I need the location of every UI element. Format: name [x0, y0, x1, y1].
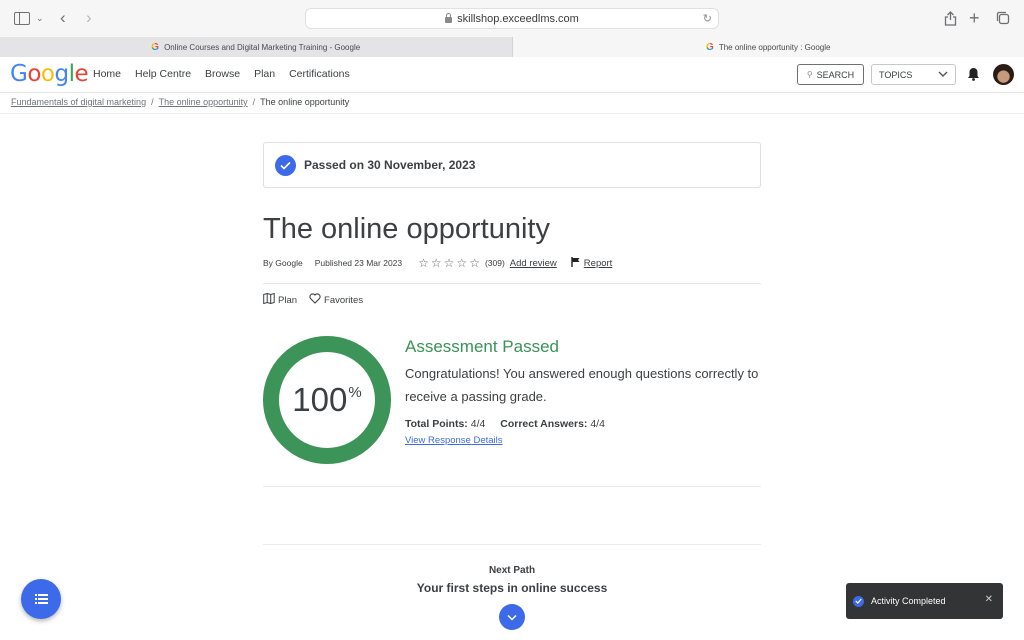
list-icon	[34, 594, 48, 604]
user-avatar[interactable]	[993, 64, 1014, 85]
nav-certifications[interactable]: Certifications	[289, 68, 350, 80]
next-path-title: Your first steps in online success	[416, 581, 608, 595]
total-points-label: Total Points:	[405, 418, 468, 430]
plan-button[interactable]: Plan	[263, 292, 298, 307]
course-outline-button[interactable]	[21, 579, 61, 619]
tab-overview-icon[interactable]	[996, 9, 1010, 27]
star-icon[interactable]: ☆	[431, 256, 442, 270]
site-header: Google Home Help Centre Browse Plan Cert…	[0, 57, 1024, 93]
author: By Google	[263, 258, 303, 268]
search-label: SEARCH	[816, 69, 855, 80]
next-path-button[interactable]	[499, 604, 525, 630]
new-tab-icon[interactable]: +	[969, 8, 980, 28]
rating-stars[interactable]: ☆ ☆ ☆ ☆ ☆	[418, 256, 480, 270]
toast-text: Activity Completed	[871, 596, 946, 606]
score-number: 100	[292, 381, 348, 418]
chevron-down-icon	[938, 68, 948, 83]
divider	[0, 113, 1024, 114]
next-path-label: Next Path	[488, 565, 536, 576]
star-icon[interactable]: ☆	[444, 256, 455, 270]
notifications-bell-icon[interactable]	[967, 67, 980, 81]
result-heading: Assessment Passed	[405, 337, 560, 356]
heart-icon	[309, 293, 321, 307]
score-value: 100%	[263, 336, 391, 464]
correct-answers-value: 4/4	[590, 418, 605, 430]
google-logo[interactable]: Google	[10, 61, 89, 87]
correct-answers-label: Correct Answers:	[500, 418, 588, 430]
reload-icon[interactable]: ↻	[703, 12, 712, 25]
map-icon	[263, 292, 275, 307]
breadcrumb-separator: /	[151, 97, 154, 107]
breadcrumb-current: The online opportunity	[260, 97, 350, 107]
tab-title: Online Courses and Digital Marketing Tra…	[164, 42, 361, 52]
report-link[interactable]: Report	[584, 258, 613, 269]
breadcrumb-item[interactable]: The online opportunity	[159, 97, 248, 107]
add-review-link[interactable]: Add review	[510, 258, 557, 269]
logo-letter: e	[74, 61, 89, 87]
rating-count: (309)	[484, 258, 505, 268]
chevron-down-icon	[507, 614, 517, 621]
tab-bar: G Online Courses and Digital Marketing T…	[0, 37, 1024, 57]
star-icon[interactable]: ☆	[418, 256, 429, 270]
logo-letter: G	[10, 61, 28, 87]
divider	[263, 544, 761, 545]
view-response-details-link[interactable]: View Response Details	[405, 435, 503, 446]
google-favicon-icon: G	[151, 41, 160, 53]
url-text: skillshop.exceedlms.com	[457, 12, 579, 25]
browser-chrome: ⌄ ‹ › skillshop.exceedlms.com ↻ + G Onli…	[0, 0, 1024, 57]
topics-label: TOPICS	[879, 69, 913, 80]
page-title: The online opportunity	[263, 213, 550, 245]
passed-status-card: Passed on 30 November, 2023	[263, 142, 761, 188]
favorites-button[interactable]: Favorites	[309, 293, 363, 307]
assessment-result: Assessment Passed Congratulations! You a…	[405, 337, 765, 448]
check-circle-icon	[275, 154, 296, 176]
main-nav: Home Help Centre Browse Plan Certificati…	[93, 68, 350, 80]
forward-icon[interactable]: ›	[86, 8, 92, 27]
activity-completed-toast: Activity Completed ✕	[846, 583, 1003, 619]
published-date: Published 23 Mar 2023	[314, 258, 403, 268]
logo-letter: g	[54, 61, 69, 87]
course-actions: Plan Favorites	[263, 292, 363, 307]
logo-letter: o	[40, 61, 55, 87]
breadcrumb: Fundamentals of digital marketing / The …	[11, 97, 349, 107]
star-icon[interactable]: ☆	[456, 256, 467, 270]
plan-label: Plan	[278, 294, 298, 306]
total-points-value: 4/4	[470, 418, 486, 430]
points-summary: Total Points: 4/4 Correct Answers: 4/4	[405, 418, 765, 430]
score-unit: %	[348, 383, 362, 401]
search-icon: ⚲	[806, 70, 813, 79]
divider	[263, 486, 761, 487]
chevron-down-icon[interactable]: ⌄	[36, 9, 44, 27]
nav-browse[interactable]: Browse	[205, 68, 240, 80]
check-circle-icon	[853, 595, 864, 607]
back-icon[interactable]: ‹	[60, 8, 66, 27]
tab-online-courses[interactable]: G Online Courses and Digital Marketing T…	[0, 37, 513, 57]
breadcrumb-separator: /	[252, 97, 256, 107]
nav-help-centre[interactable]: Help Centre	[135, 68, 191, 80]
address-bar[interactable]: skillshop.exceedlms.com ↻	[305, 8, 719, 29]
divider	[263, 283, 761, 284]
breadcrumb-item[interactable]: Fundamentals of digital marketing	[11, 97, 146, 107]
close-icon[interactable]: ✕	[985, 594, 993, 605]
topics-dropdown[interactable]: TOPICS	[871, 64, 956, 85]
sidebar-toggle-icon[interactable]	[14, 12, 30, 25]
flag-icon	[571, 256, 581, 270]
lock-icon	[445, 12, 453, 23]
nav-home[interactable]: Home	[93, 68, 121, 80]
course-meta: By Google Published 23 Mar 2023 ☆ ☆ ☆ ☆ ☆ (3…	[263, 256, 612, 270]
browser-toolbar: ⌄ ‹ › skillshop.exceedlms.com ↻ +	[0, 0, 1024, 36]
passed-text: Passed on 30 November, 2023	[304, 158, 476, 172]
logo-letter: o	[27, 61, 41, 87]
share-icon[interactable]	[944, 9, 957, 27]
search-button[interactable]: ⚲ SEARCH	[797, 64, 864, 85]
nav-plan[interactable]: Plan	[254, 68, 275, 80]
tab-online-opportunity[interactable]: G The online opportunity : Google	[512, 37, 1024, 57]
result-message: Congratulations! You answered enough que…	[405, 366, 759, 404]
star-icon[interactable]: ☆	[469, 256, 480, 270]
google-favicon-icon: G	[706, 41, 714, 53]
tab-title: The online opportunity : Google	[718, 42, 831, 52]
favorites-label: Favorites	[324, 294, 364, 306]
